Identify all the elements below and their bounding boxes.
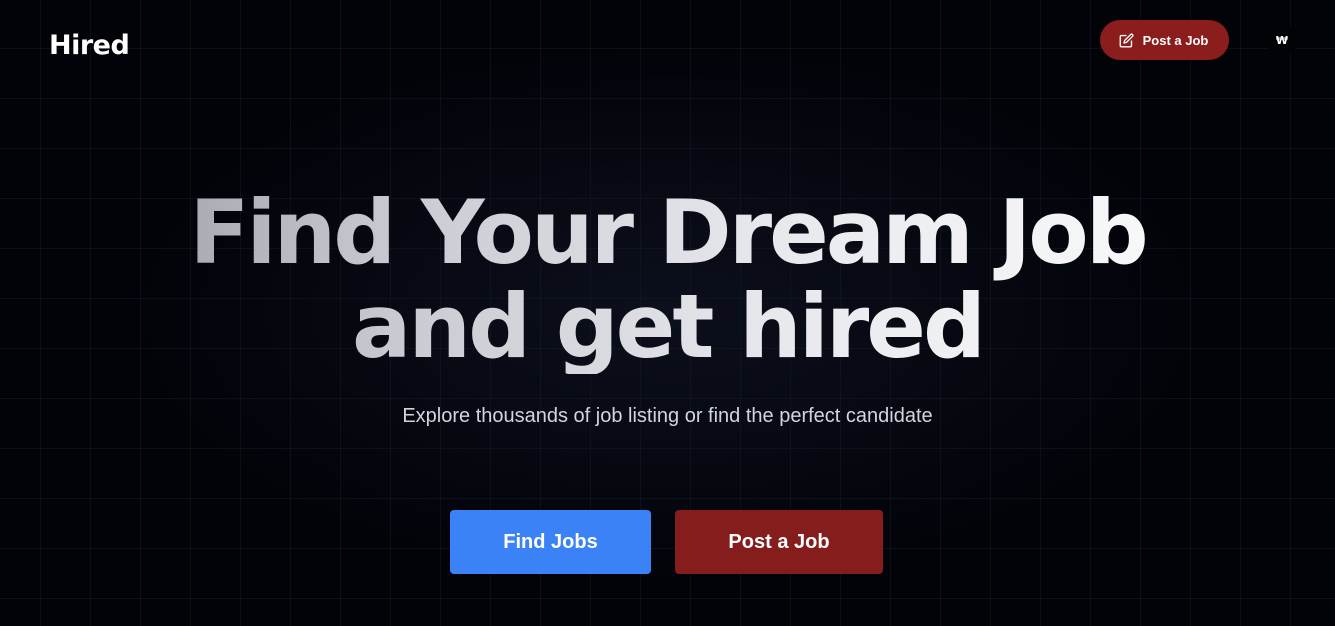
logo[interactable]: Hired bbox=[49, 30, 130, 61]
pencil-square-icon bbox=[1119, 32, 1135, 48]
hero-title: Find Your Dream Job and get hired bbox=[0, 186, 1335, 374]
user-avatar[interactable]: ₩ bbox=[1266, 24, 1298, 56]
header-post-job-button[interactable]: Post a Job bbox=[1100, 20, 1229, 60]
hero-subtitle: Explore thousands of job listing or find… bbox=[402, 405, 933, 427]
header-post-job-label: Post a Job bbox=[1142, 32, 1209, 48]
hero-title-line-1: Find Your Dream Job bbox=[189, 181, 1146, 284]
post-job-button[interactable]: Post a Job bbox=[675, 510, 883, 574]
find-jobs-button[interactable]: Find Jobs bbox=[450, 510, 651, 574]
hero-title-line-2: and get hired bbox=[352, 275, 983, 378]
